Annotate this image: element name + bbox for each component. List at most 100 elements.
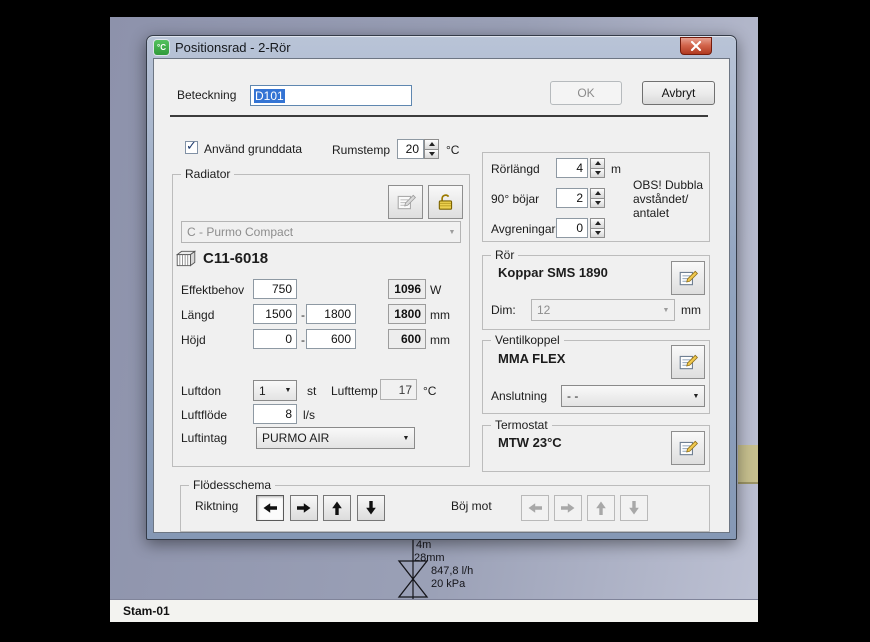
arrow-down-icon: [626, 500, 642, 516]
avgreningar-input[interactable]: 0: [556, 218, 588, 238]
ror-name: Koppar SMS 1890: [498, 265, 608, 280]
rumstemp-input[interactable]: 20: [397, 139, 424, 159]
avbryt-button[interactable]: Avbryt: [642, 81, 715, 105]
radiator-edit-button[interactable]: [388, 185, 423, 219]
anslutning-label: Anslutning: [491, 389, 547, 403]
luftintag-label: Luftintag: [181, 431, 227, 445]
termostat-name: MTW 23°C: [498, 435, 562, 450]
bojmot-down-button[interactable]: [620, 495, 648, 521]
beteckning-input[interactable]: D101: [250, 85, 412, 106]
arrow-down-icon: [363, 500, 379, 516]
effektbehov-unit: W: [430, 283, 441, 297]
pipe-dim-annotation: 28mm: [414, 552, 445, 564]
avgreningar-label: Avgreningar: [491, 222, 556, 236]
bojmot-up-button[interactable]: [587, 495, 615, 521]
arrow-left-icon: [527, 500, 543, 516]
hojd-result: 600: [388, 329, 426, 349]
radiator-model: C11-6018: [203, 250, 268, 267]
luftintag-value: PURMO AIR: [262, 431, 329, 445]
langd-unit: mm: [430, 308, 450, 322]
ventilkoppel-name: MMA FLEX: [498, 351, 565, 366]
luftflode-input[interactable]: 8: [253, 404, 297, 424]
luftintag-combo[interactable]: PURMO AIR ▼: [256, 427, 415, 449]
rorlangd-spinner[interactable]: [590, 158, 605, 178]
chevron-down-icon: ▼: [398, 428, 414, 448]
anslutning-value: - -: [567, 389, 578, 403]
bojar-spinner[interactable]: [590, 188, 605, 208]
edit-icon: [678, 268, 698, 288]
chevron-down-icon: ▼: [444, 222, 460, 242]
spin-down-icon[interactable]: [590, 168, 605, 179]
arrow-right-icon: [560, 500, 576, 516]
rumstemp-spinner[interactable]: [424, 139, 439, 159]
radiator-icon: [175, 249, 197, 268]
flodesschema-group: Flödesschema Riktning Böj mot: [180, 485, 710, 532]
dialog-title: Positionsrad - 2-Rör: [175, 40, 291, 55]
langd-min-input[interactable]: 1500: [253, 304, 297, 324]
riktning-up-button[interactable]: [323, 495, 351, 521]
dim-unit: mm: [681, 303, 701, 317]
rorlangd-input[interactable]: 4: [556, 158, 588, 178]
luftflode-label: Luftflöde: [181, 408, 227, 422]
pipe-length-annotation: 4m: [416, 539, 431, 551]
bojmot-label: Böj mot: [451, 499, 492, 513]
dim-combo[interactable]: 12 ▼: [531, 299, 675, 321]
canvas-object-partial: [738, 445, 758, 484]
hojd-max-input[interactable]: 600: [306, 329, 356, 349]
obs-note-line2: avståndet/: [633, 192, 709, 206]
bojar-label: 90° böjar: [491, 192, 539, 206]
luftdon-combo[interactable]: 1 ▼: [253, 380, 297, 401]
hojd-label: Höjd: [181, 333, 206, 347]
riktning-left-button[interactable]: [256, 495, 284, 521]
app-icon: °C: [154, 40, 169, 55]
ventilkoppel-edit-button[interactable]: [671, 345, 705, 379]
close-button[interactable]: [680, 37, 712, 55]
radiator-lock-button[interactable]: [428, 185, 463, 219]
bojar-input[interactable]: 2: [556, 188, 588, 208]
bojmot-right-button[interactable]: [554, 495, 582, 521]
ror-group: Rör Koppar SMS 1890 Dim: 12 ▼ mm: [482, 255, 710, 330]
screenshot-stage: 4m 28mm 847,8 l/h 20 kPa Stam-01 °C Posi…: [0, 0, 870, 642]
arrow-up-icon: [593, 500, 609, 516]
riktning-down-button[interactable]: [357, 495, 385, 521]
check-icon: ✓: [186, 138, 197, 154]
ror-edit-button[interactable]: [671, 261, 705, 295]
edit-icon: [678, 438, 698, 458]
spin-down-icon[interactable]: [590, 198, 605, 209]
anslutning-combo[interactable]: - - ▼: [561, 385, 705, 407]
radiator-group: Radiator C - Purmo Co: [172, 174, 470, 467]
pipe-lengths-group: Rörlängd 4 m 90° böjar 2 Avgreningar 0: [482, 152, 710, 242]
bojmot-left-button[interactable]: [521, 495, 549, 521]
langd-max-input[interactable]: 1800: [306, 304, 356, 324]
termostat-group: Termostat MTW 23°C: [482, 425, 710, 472]
spin-down-icon[interactable]: [590, 228, 605, 239]
riktning-right-button[interactable]: [290, 495, 318, 521]
spin-down-icon[interactable]: [424, 149, 439, 160]
radiator-series-combo[interactable]: C - Purmo Compact ▼: [181, 221, 461, 243]
luftdon-value: 1: [259, 384, 266, 398]
hojd-min-input[interactable]: 0: [253, 329, 297, 349]
dialog-body: Beteckning D101 OK Avbryt ✓ Använd grund…: [153, 58, 730, 533]
arrow-left-icon: [262, 500, 278, 516]
radiator-series-value: C - Purmo Compact: [187, 225, 293, 239]
hojd-dash: -: [301, 333, 305, 347]
termostat-edit-button[interactable]: [671, 431, 705, 465]
luftdon-label: Luftdon: [181, 384, 221, 398]
rumstemp-label: Rumstemp: [332, 143, 390, 157]
effektbehov-label: Effektbehov: [181, 283, 244, 297]
anvand-grunddata-checkbox[interactable]: ✓: [185, 141, 198, 154]
arrow-up-icon: [329, 500, 345, 516]
ok-button[interactable]: OK: [550, 81, 622, 105]
chevron-down-icon: ▼: [688, 386, 704, 406]
status-text: Stam-01: [123, 604, 170, 618]
radiator-group-label: Radiator: [181, 167, 234, 181]
flodesschema-group-label: Flödesschema: [189, 478, 275, 492]
rorlangd-unit: m: [611, 162, 621, 176]
luftflode-unit: l/s: [303, 408, 315, 422]
lufttemp-field: 17: [380, 379, 417, 400]
effektbehov-input[interactable]: 750: [253, 279, 297, 299]
obs-note-line1: OBS! Dubbla: [633, 178, 709, 192]
status-bar: Stam-01: [110, 599, 758, 622]
avgreningar-spinner[interactable]: [590, 218, 605, 238]
langd-label: Längd: [181, 308, 214, 322]
